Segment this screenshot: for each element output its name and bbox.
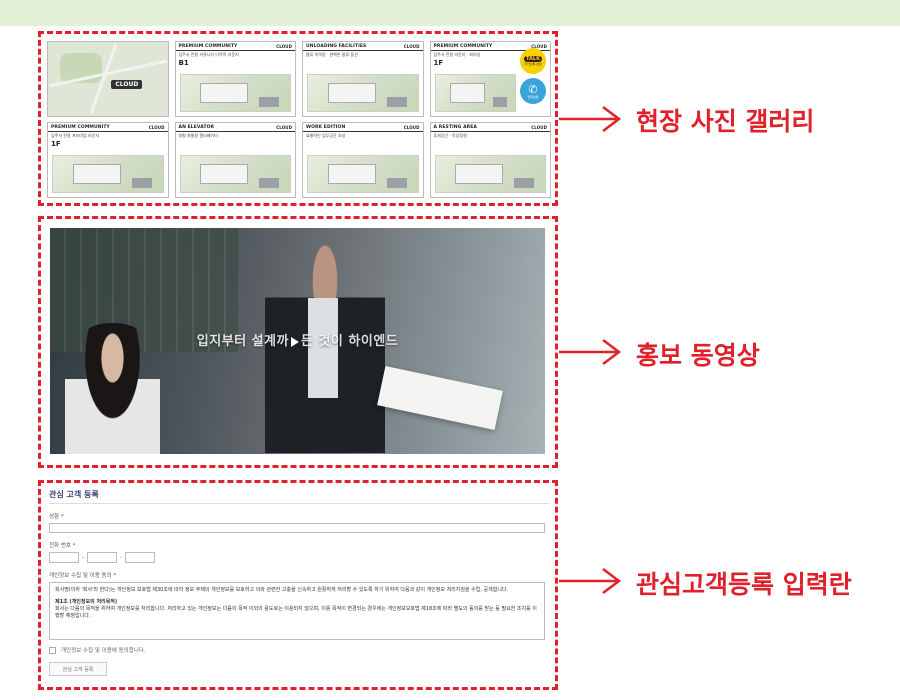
card-brand: CLOUD: [531, 124, 547, 130]
card-brand: CLOUD: [276, 124, 292, 130]
name-label: 성함 *: [49, 512, 549, 520]
card-title: PREMIUM COMMUNITY: [433, 43, 493, 49]
gallery-card-location-map[interactable]: CLOUD: [47, 41, 169, 117]
card-header: AN ELEVATOR CLOUD: [175, 123, 295, 132]
gallery-card[interactable]: A RESTING AREA CLOUD 휴게공간 · 옥상정원: [429, 122, 551, 198]
floor-plan-image: [434, 74, 516, 112]
consent-paragraph: 회사는 다음의 목적을 위하여 개인정보를 처리합니다. 처리하고 있는 개인정…: [55, 606, 537, 619]
map-pin-label: CLOUD: [111, 80, 143, 90]
name-input[interactable]: [49, 523, 545, 533]
gallery-card[interactable]: UNLOADING FACILITIES CLOUD 물류 하역장 · 완벽한 …: [302, 41, 424, 117]
card-subtitle: 대형 화물용 엘리베이터: [178, 133, 218, 138]
card-title: UNLOADING FACILITIES: [306, 43, 367, 49]
floor-plan-image: [179, 74, 291, 112]
video-caption: 입지부터 설계까 든 것이 하이엔드: [50, 330, 545, 349]
card-header: PREMIUM COMMUNITY CLOUD: [175, 42, 295, 51]
gallery-card[interactable]: AN ELEVATOR CLOUD 대형 화물용 엘리베이터: [174, 122, 296, 198]
top-banner-strip: [0, 0, 900, 26]
required-mark: *: [60, 514, 64, 520]
required-mark: *: [113, 573, 117, 579]
phone-input-row: - -: [49, 552, 549, 563]
video-caption-right: 든 것이 하이엔드: [300, 334, 399, 349]
card-title: A RESTING AREA: [433, 124, 478, 130]
card-header: UNLOADING FACILITIES CLOUD: [303, 42, 423, 51]
consent-textarea[interactable]: 회사명(이하 '회사'라 한다)는 개인정보 보호법 제30조에 따라 정보 주…: [49, 582, 545, 640]
consent-paragraph: 회사명(이하 '회사'라 한다)는 개인정보 보호법 제30조에 따라 정보 주…: [55, 587, 509, 593]
call-sub-label: 전화상담: [527, 94, 539, 99]
floor-plan-image: [52, 155, 164, 193]
floor-plan-image: [307, 74, 419, 112]
card-subtitle: 입주사 전용 프리미엄 라운지: [51, 133, 99, 138]
promo-video-player[interactable]: 입지부터 설계까 든 것이 하이엔드: [50, 228, 545, 454]
card-floor: B1: [178, 59, 189, 67]
callout-form: 관심고객등록 입력란: [636, 570, 852, 599]
phone-input-2[interactable]: [87, 552, 118, 563]
phone-call-button[interactable]: ✆ 전화상담: [520, 78, 546, 104]
gallery-card[interactable]: WORK EDITION CLOUD 효율적인 업무공간 조성: [302, 122, 424, 198]
consent-label-text: 개인정보 수집 및 이용 동의: [49, 573, 112, 579]
floor-plan-image: [179, 155, 291, 193]
form-highlight-box: 관심 고객 등록 성함 * 전화 번호 * - - 개인정보 수집 및 이용 동…: [38, 480, 558, 690]
card-subtitle: 물류 하역장 · 완벽한 물류 동선: [306, 52, 358, 57]
gallery-card[interactable]: PREMIUM COMMUNITY CLOUD 입주사 전용 프리미엄 라운지 …: [47, 122, 169, 198]
consent-label: 개인정보 수집 및 이용 동의 *: [49, 571, 549, 579]
arrow-right-icon: [559, 568, 622, 594]
interest-registration-form: 관심 고객 등록 성함 * 전화 번호 * - - 개인정보 수집 및 이용 동…: [49, 489, 549, 676]
floor-plan-image: [307, 155, 419, 193]
arrow-right-icon: [559, 106, 622, 132]
phone-separator: -: [82, 554, 85, 561]
card-brand: CLOUD: [403, 124, 420, 130]
kakao-talk-button[interactable]: TALK 카카오톡 상담: [520, 48, 546, 74]
photo-gallery-grid: CLOUD PREMIUM COMMUNITY CLOUD 입주사 전용 커뮤니…: [47, 41, 551, 198]
card-title: AN ELEVATOR: [178, 124, 215, 130]
phone-separator: -: [120, 554, 123, 561]
callout-video: 홍보 동영상: [636, 341, 760, 370]
video-caption-left: 입지부터 설계까: [196, 334, 289, 349]
name-label-text: 성함: [49, 514, 60, 520]
phone-label-text: 전화 번호: [49, 543, 71, 549]
arrow-right-icon: [559, 339, 622, 365]
phone-input-3[interactable]: [125, 552, 156, 563]
card-header: A RESTING AREA CLOUD: [430, 123, 550, 132]
phone-label: 전화 번호 *: [49, 541, 549, 549]
card-floor: 1F: [51, 140, 61, 148]
agree-checkbox[interactable]: [49, 646, 56, 654]
required-mark: *: [72, 543, 76, 549]
card-title: PREMIUM COMMUNITY: [51, 124, 110, 130]
submit-button[interactable]: 관심 고객 등록: [49, 662, 107, 676]
agree-row: 개인정보 수집 및 이용에 동의합니다.: [49, 646, 549, 654]
callout-gallery: 현장 사진 갤러리: [636, 107, 815, 136]
phone-input-1[interactable]: [49, 552, 79, 563]
card-brand: CLOUD: [148, 124, 165, 130]
card-title: WORK EDITION: [306, 124, 346, 130]
card-subtitle: 효율적인 업무공간 조성: [306, 133, 346, 138]
phone-icon: ✆: [528, 82, 538, 96]
play-icon[interactable]: [290, 336, 299, 347]
card-header: WORK EDITION CLOUD: [303, 123, 423, 132]
gallery-highlight-box: CLOUD PREMIUM COMMUNITY CLOUD 입주사 전용 커뮤니…: [38, 31, 558, 206]
consent-heading: 제1조 (개인정보의 처리목적): [55, 599, 118, 605]
gallery-card[interactable]: PREMIUM COMMUNITY CLOUD 입주사 전용 커뮤니티 다목적 …: [174, 41, 296, 117]
video-figure-papers: [377, 365, 503, 431]
card-title: PREMIUM COMMUNITY: [178, 43, 238, 49]
card-brand: CLOUD: [403, 43, 420, 49]
agree-label: 개인정보 수집 및 이용에 동의합니다.: [61, 648, 146, 654]
card-subtitle: 휴게공간 · 옥상정원: [433, 133, 467, 138]
form-title: 관심 고객 등록: [49, 489, 549, 504]
talk-sub-label: 카카오톡 상담: [524, 62, 542, 66]
video-highlight-box: 입지부터 설계까 든 것이 하이엔드: [38, 216, 558, 468]
floor-plan-image: [434, 155, 546, 193]
gallery-card[interactable]: PREMIUM COMMUNITY CLOUD 입주사 전용 라운지 · 회의실…: [429, 41, 551, 117]
card-brand: CLOUD: [276, 43, 292, 49]
card-header: PREMIUM COMMUNITY CLOUD: [48, 123, 168, 132]
card-subtitle: 입주사 전용 커뮤니티 다목적 라운지: [178, 52, 239, 57]
